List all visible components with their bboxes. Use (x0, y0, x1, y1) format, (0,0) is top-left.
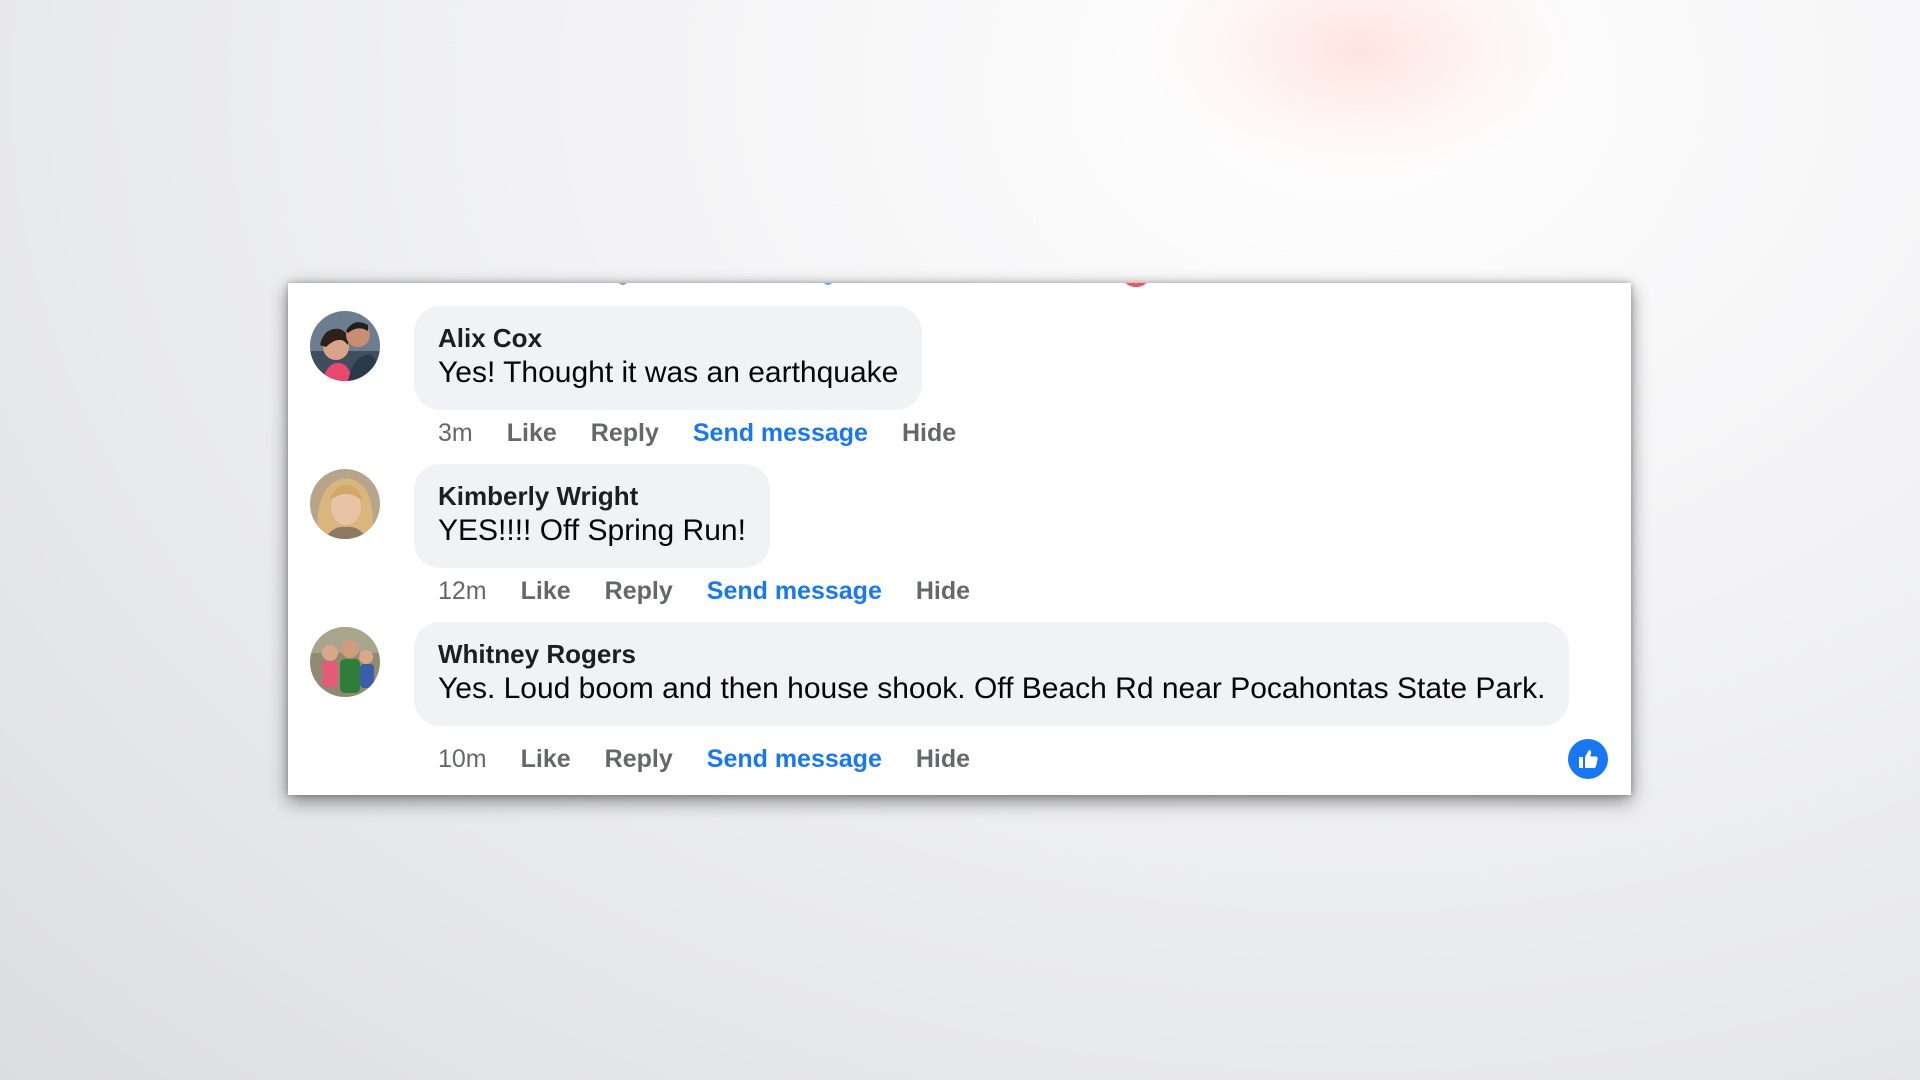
send-message-button[interactable]: Send message (693, 419, 868, 448)
comment-actions: 3m Like Reply Send message Hide (438, 419, 990, 448)
send-message-button[interactable]: Send message (707, 577, 882, 606)
comment-bubble: Kimberly Wright YES!!!! Off Spring Run! (414, 464, 770, 568)
reply-button[interactable]: Reply (591, 419, 659, 448)
reply-button[interactable]: Reply (605, 745, 673, 774)
comment-author[interactable]: Alix Cox (438, 322, 898, 354)
hide-button[interactable]: Hide (902, 419, 956, 448)
send-message-button[interactable]: Send message (707, 745, 882, 774)
reply-button[interactable]: Reply (605, 577, 673, 606)
comment-timestamp[interactable]: 3m (438, 419, 473, 448)
comment-bubble: Whitney Rogers Yes. Loud boom and then h… (414, 622, 1570, 726)
like-button[interactable]: Like (521, 745, 571, 774)
comments-panel: Alix Cox Yes! Thought it was an earthqua… (288, 283, 1631, 795)
comment-author[interactable]: Kimberly Wright (438, 480, 746, 512)
comment-item: Whitney Rogers Yes. Loud boom and then h… (310, 622, 1610, 795)
hide-button[interactable]: Hide (916, 745, 970, 774)
like-button[interactable]: Like (521, 577, 571, 606)
avatar[interactable] (310, 469, 380, 539)
comment-timestamp[interactable]: 12m (438, 577, 487, 606)
hide-button[interactable]: Hide (916, 577, 970, 606)
thumbs-up-icon[interactable] (1568, 739, 1608, 779)
comment-text: YES!!!! Off Spring Run! (438, 514, 746, 547)
clipped-mark (618, 283, 628, 285)
comment-text: Yes! Thought it was an earthquake (438, 356, 899, 389)
comment-item: Kimberly Wright YES!!!! Off Spring Run! … (310, 464, 1610, 619)
avatar[interactable] (310, 311, 380, 381)
clipped-previous-row (288, 283, 1631, 287)
comment-bubble: Alix Cox Yes! Thought it was an earthqua… (414, 306, 923, 410)
like-button[interactable]: Like (507, 419, 557, 448)
comment-text: Yes. Loud boom and then house shook. Off… (438, 672, 1546, 705)
comment-actions: 10m Like Reply Send message Hide (438, 745, 1004, 774)
avatar[interactable] (310, 627, 380, 697)
background-glow (1150, 0, 1570, 180)
comment-author[interactable]: Whitney Rogers (438, 638, 1545, 670)
clipped-reaction-icon (1124, 283, 1148, 287)
comment-actions: 12m Like Reply Send message Hide (438, 577, 1004, 606)
clipped-mark (823, 283, 833, 285)
comment-timestamp[interactable]: 10m (438, 745, 487, 774)
comment-item: Alix Cox Yes! Thought it was an earthqua… (310, 306, 1610, 461)
